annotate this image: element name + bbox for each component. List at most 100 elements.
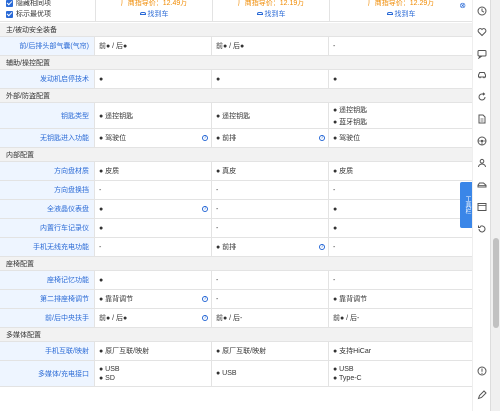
cell-value: 前● / 后● bbox=[99, 43, 128, 50]
row-label[interactable]: 前/后排头部气囊(气帘) bbox=[0, 37, 95, 55]
cell-value: 前● / 后- bbox=[216, 315, 243, 322]
cell-value: ● 遥控钥匙 bbox=[333, 106, 368, 114]
cell-value: ● 支持HiCar bbox=[333, 348, 372, 355]
cell-value: ● 前排 bbox=[216, 135, 237, 142]
table-cell: 前● / 后● bbox=[212, 37, 329, 55]
car-icon bbox=[139, 12, 146, 15]
cell-value: ● bbox=[99, 276, 104, 284]
heart-icon[interactable] bbox=[477, 27, 487, 37]
row-label[interactable]: 手机互联/映射 bbox=[0, 342, 95, 360]
cell-value: ● bbox=[333, 75, 338, 83]
clock-icon[interactable] bbox=[477, 6, 487, 16]
cell-value: ● bbox=[333, 224, 338, 232]
edit-icon[interactable] bbox=[477, 390, 487, 400]
row-label[interactable]: 前/后中央扶手 bbox=[0, 309, 95, 327]
table-cell: ● 皮质 bbox=[95, 162, 212, 180]
table-cell: ● USB ● Type-C bbox=[329, 361, 472, 386]
document-icon[interactable] bbox=[477, 114, 487, 124]
table-row: 发动机启停技术 ● ● ● bbox=[0, 70, 472, 89]
find-dealer-link[interactable]: 找到车 bbox=[330, 10, 472, 19]
table-row: 座椅记忆功能 ● - - bbox=[0, 271, 472, 290]
cell-value: ● USB bbox=[216, 370, 237, 377]
table-cell: - bbox=[329, 181, 472, 199]
info-icon[interactable]: ? bbox=[202, 296, 208, 302]
car-icon[interactable] bbox=[477, 70, 487, 80]
section-title: 辅助/操控配置 bbox=[6, 59, 50, 67]
cell-value: ● 驾驶位 bbox=[99, 135, 127, 142]
cell-value: ● USB bbox=[99, 365, 120, 373]
table-cell: 前● / 后● bbox=[95, 37, 212, 55]
close-icon[interactable]: ⊗ bbox=[459, 1, 466, 10]
table-row: 手机互联/映射 ● 原厂互联/映射 ● 原厂互联/映射 ● 支持HiCar bbox=[0, 342, 472, 361]
hide-same-option[interactable]: 隐藏相同项 bbox=[6, 0, 51, 8]
table-cell: - bbox=[212, 290, 329, 308]
cell-value: ● 皮质 bbox=[99, 168, 120, 175]
table-row: 全液晶仪表盘 ●? - ● bbox=[0, 200, 472, 219]
table-cell: ● 前排? bbox=[212, 238, 329, 256]
chat-icon[interactable] bbox=[477, 49, 487, 59]
cell-value: - bbox=[333, 186, 336, 194]
section-title: 座椅配置 bbox=[6, 260, 34, 268]
table-cell: ● bbox=[95, 70, 212, 88]
cell-value: ● bbox=[99, 224, 104, 232]
cell-value: - bbox=[333, 42, 336, 50]
table-row: 前/后中央扶手 前● / 后●? 前● / 后- 前● / 后- bbox=[0, 309, 472, 328]
mark-best-option[interactable]: 标示最优项 bbox=[6, 9, 51, 19]
cell-value: - bbox=[216, 224, 219, 232]
row-label[interactable]: 手机无线充电功能 bbox=[0, 238, 95, 256]
table-cell: - bbox=[212, 181, 329, 199]
info-icon[interactable]: ? bbox=[319, 135, 325, 141]
table-row: 无钥匙进入功能 ● 驾驶位? ● 前排? ● 驾驶位 bbox=[0, 129, 472, 148]
user-icon[interactable] bbox=[477, 158, 487, 168]
scrollbar-thumb[interactable] bbox=[493, 238, 499, 328]
cell-value: - bbox=[99, 243, 102, 251]
table-cell: ●? bbox=[95, 200, 212, 218]
row-label[interactable]: 座椅记忆功能 bbox=[0, 271, 95, 289]
info-icon[interactable]: ? bbox=[202, 206, 208, 212]
table-cell: - bbox=[329, 271, 472, 289]
cell-value: ● 原厂互联/映射 bbox=[216, 348, 267, 355]
info-icon[interactable]: ? bbox=[202, 135, 208, 141]
alert-icon[interactable] bbox=[477, 366, 487, 376]
row-label[interactable]: 多媒体/充电接口 bbox=[0, 361, 95, 386]
history-icon[interactable] bbox=[477, 224, 487, 234]
info-icon[interactable]: ? bbox=[202, 315, 208, 321]
steering-wheel-icon[interactable] bbox=[477, 136, 487, 146]
checkbox-icon[interactable] bbox=[6, 0, 13, 7]
row-label[interactable]: 方向盘材质 bbox=[0, 162, 95, 180]
find-dealer-link[interactable]: 找到车 bbox=[213, 10, 329, 19]
row-label[interactable]: 发动机启停技术 bbox=[0, 70, 95, 88]
row-label[interactable]: 无钥匙进入功能 bbox=[0, 129, 95, 147]
table-cell: ● bbox=[329, 70, 472, 88]
cell-value: ● 前排 bbox=[216, 244, 237, 251]
car-side-icon[interactable] bbox=[477, 180, 487, 190]
info-icon[interactable]: ? bbox=[319, 244, 325, 250]
column-header-2: 厂商指导价：12.19万 找到车 bbox=[212, 0, 329, 22]
scrollbar[interactable] bbox=[490, 0, 500, 411]
row-label[interactable]: 全液晶仪表盘 bbox=[0, 200, 95, 218]
config-table-area: 隐藏相同项 标示最优项 厂商指导价：12.49万 找到车 厂商指导价：12.19… bbox=[0, 0, 472, 411]
table-cell: ● 原厂互联/映射 bbox=[95, 342, 212, 360]
section-title: 外部/防盗配置 bbox=[6, 92, 50, 100]
cell-value: ● Type-C bbox=[333, 374, 362, 382]
row-label[interactable]: 方向盘换挡 bbox=[0, 181, 95, 199]
table-cell: ● bbox=[329, 200, 472, 218]
cell-value: - bbox=[216, 205, 219, 213]
checkbox-icon[interactable] bbox=[6, 10, 13, 18]
table-cell: ● 靠背调节? bbox=[95, 290, 212, 308]
table-cell: ● bbox=[212, 70, 329, 88]
toolbar-tab[interactable]: 工具栏 bbox=[460, 182, 472, 228]
mark-best-label: 标示最优项 bbox=[16, 11, 51, 18]
cell-value: - bbox=[216, 295, 219, 303]
row-label[interactable]: 第二排座椅调节 bbox=[0, 290, 95, 308]
column-header-3: 厂商指导价：12.29万 找到车 ⊗ bbox=[329, 0, 472, 22]
table-cell: - bbox=[212, 219, 329, 237]
find-dealer-link[interactable]: 找到车 bbox=[96, 10, 212, 19]
cell-value: ● 原厂互联/映射 bbox=[99, 348, 150, 355]
table-row: 多媒体/充电接口 ● USB ● SD ● USB ● USB ● Type-C bbox=[0, 361, 472, 387]
table-cell: - bbox=[212, 271, 329, 289]
row-label[interactable]: 钥匙类型 bbox=[0, 103, 95, 128]
row-label[interactable]: 内置行车记录仪 bbox=[0, 219, 95, 237]
refresh-icon[interactable] bbox=[477, 92, 487, 102]
window-icon[interactable] bbox=[477, 202, 487, 212]
